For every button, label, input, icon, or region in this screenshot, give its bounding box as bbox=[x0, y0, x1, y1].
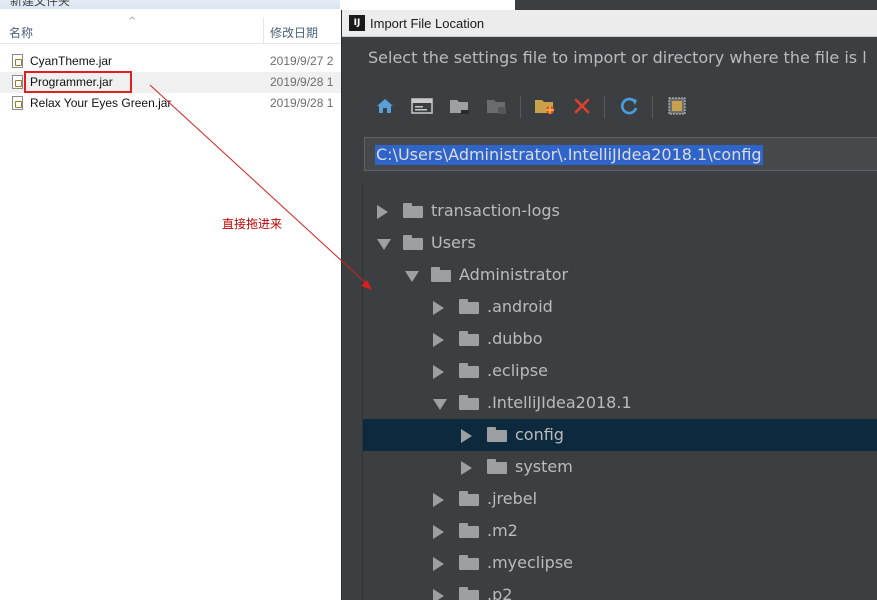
folder-icon bbox=[487, 427, 507, 442]
show-hidden-icon bbox=[668, 97, 686, 115]
folder-icon bbox=[459, 523, 479, 538]
expand-arrow-icon[interactable] bbox=[461, 429, 472, 443]
tree-node-label: transaction-logs bbox=[431, 201, 560, 220]
folder-icon bbox=[403, 203, 423, 218]
toolbar-separator bbox=[652, 96, 653, 118]
project-folder-icon bbox=[450, 100, 469, 114]
tree-node-label: .eclipse bbox=[487, 361, 548, 380]
folder-icon bbox=[459, 299, 479, 314]
home-icon bbox=[377, 99, 393, 113]
desktop-button[interactable] bbox=[409, 92, 435, 120]
tree-node-label: .myeclipse bbox=[487, 553, 574, 572]
highlight-box bbox=[24, 71, 132, 93]
desktop-icon bbox=[411, 98, 433, 114]
jar-file-icon bbox=[12, 96, 23, 110]
drag-annotation-label: 直接拖进来 bbox=[222, 217, 283, 231]
tree-node[interactable]: system bbox=[363, 451, 877, 483]
delete-button[interactable] bbox=[569, 92, 595, 120]
tree-node[interactable]: Users bbox=[363, 227, 877, 259]
expand-arrow-icon[interactable] bbox=[433, 301, 444, 315]
tree-node-label: Administrator bbox=[459, 265, 569, 284]
file-row-cyantheme[interactable]: CyanTheme.jar 2019/9/27 2 bbox=[0, 51, 345, 72]
directory-tree[interactable]: transaction-logs Users Administrator .andro… bbox=[362, 184, 877, 600]
jar-file-icon bbox=[12, 75, 23, 89]
file-name: CyanTheme.jar bbox=[30, 54, 113, 68]
expand-arrow-icon[interactable] bbox=[433, 493, 444, 507]
new-folder-icon bbox=[535, 100, 554, 114]
collapse-arrow-icon[interactable] bbox=[405, 271, 419, 282]
import-file-location-dialog: IJ Import File Location Select the setti… bbox=[341, 10, 877, 600]
tree-node[interactable]: .android bbox=[363, 291, 877, 323]
folder-icon bbox=[431, 267, 451, 282]
expand-arrow-icon[interactable] bbox=[377, 205, 388, 219]
tree-node-label: .m2 bbox=[487, 521, 518, 540]
dialog-titlebar[interactable]: IJ Import File Location bbox=[342, 10, 877, 37]
folder-icon bbox=[459, 555, 479, 570]
folder-icon bbox=[459, 587, 479, 600]
dialog-instruction: Select the settings file to import or di… bbox=[368, 48, 867, 67]
collapse-arrow-icon[interactable] bbox=[377, 239, 391, 250]
tree-node[interactable]: transaction-logs bbox=[363, 195, 877, 227]
dialog-title: Import File Location bbox=[370, 16, 485, 31]
home-button[interactable] bbox=[372, 92, 398, 120]
path-input-value: C:\Users\Administrator\.IntelliJIdea2018… bbox=[375, 145, 763, 165]
expand-arrow-icon[interactable] bbox=[433, 525, 444, 539]
column-header-name[interactable]: 名称 bbox=[9, 24, 33, 41]
file-name: Relax Your Eyes Green.jar bbox=[30, 96, 172, 110]
tree-node-label: .jrebel bbox=[487, 489, 538, 508]
tree-node-label: .dubbo bbox=[487, 329, 543, 348]
folder-icon bbox=[459, 491, 479, 506]
toolbar-separator bbox=[604, 96, 605, 118]
tree-node[interactable]: .p2 bbox=[363, 579, 877, 600]
tree-node[interactable]: .jrebel bbox=[363, 483, 877, 515]
module-folder-button[interactable] bbox=[484, 92, 510, 120]
column-divider[interactable] bbox=[263, 18, 264, 44]
file-chooser-toolbar bbox=[364, 92, 877, 122]
folder-icon bbox=[459, 363, 479, 378]
tree-node-label: system bbox=[515, 457, 573, 476]
delete-icon bbox=[574, 98, 590, 114]
expand-arrow-icon[interactable] bbox=[433, 333, 444, 347]
folder-icon bbox=[487, 459, 507, 474]
file-explorer-window: 新建文件夹 ^ 名称 修改日期 CyanTheme.jar 2019/9/27 … bbox=[0, 0, 345, 600]
tree-node[interactable]: .myeclipse bbox=[363, 547, 877, 579]
tree-node-label: .android bbox=[487, 297, 553, 316]
folder-icon bbox=[403, 235, 423, 250]
tree-node-label: config bbox=[515, 425, 564, 444]
project-folder-button[interactable] bbox=[447, 92, 473, 120]
tree-node-label: Users bbox=[431, 233, 476, 252]
intellij-logo-icon: IJ bbox=[349, 15, 365, 31]
jar-file-icon bbox=[12, 54, 23, 68]
file-date: 2019/9/28 1 bbox=[270, 96, 334, 110]
tree-node-label: .IntelliJIdea2018.1 bbox=[487, 393, 632, 412]
file-row-relax-your-eyes-green[interactable]: Relax Your Eyes Green.jar 2019/9/28 1 bbox=[0, 93, 345, 114]
expand-arrow-icon[interactable] bbox=[433, 589, 444, 600]
column-header-bar: ^ 名称 修改日期 bbox=[0, 16, 345, 44]
tree-node[interactable]: .dubbo bbox=[363, 323, 877, 355]
new-folder-button[interactable] bbox=[532, 92, 558, 120]
tree-node[interactable]: .IntelliJIdea2018.1 bbox=[363, 387, 877, 419]
refresh-icon bbox=[621, 97, 638, 115]
path-input[interactable]: C:\Users\Administrator\.IntelliJIdea2018… bbox=[364, 137, 877, 171]
file-date: 2019/9/27 2 bbox=[270, 54, 334, 68]
expand-arrow-icon[interactable] bbox=[433, 365, 444, 379]
tree-node-label: .p2 bbox=[487, 585, 513, 600]
tree-node[interactable]: config bbox=[363, 419, 877, 451]
folder-icon bbox=[459, 395, 479, 410]
tree-node[interactable]: .eclipse bbox=[363, 355, 877, 387]
expand-arrow-icon[interactable] bbox=[461, 461, 472, 475]
file-date: 2019/9/28 1 bbox=[270, 75, 334, 89]
refresh-button[interactable] bbox=[616, 92, 642, 120]
column-header-date[interactable]: 修改日期 bbox=[270, 24, 318, 41]
sort-ascending-icon: ^ bbox=[128, 16, 137, 27]
tree-node[interactable]: Administrator bbox=[363, 259, 877, 291]
folder-icon bbox=[459, 331, 479, 346]
breadcrumb[interactable]: 新建文件夹 bbox=[0, 0, 345, 9]
collapse-arrow-icon[interactable] bbox=[433, 399, 447, 410]
tree-node[interactable]: .m2 bbox=[363, 515, 877, 547]
toolbar-separator bbox=[520, 96, 521, 118]
show-hidden-button[interactable] bbox=[664, 92, 690, 120]
module-folder-icon bbox=[487, 100, 506, 114]
expand-arrow-icon[interactable] bbox=[433, 557, 444, 571]
